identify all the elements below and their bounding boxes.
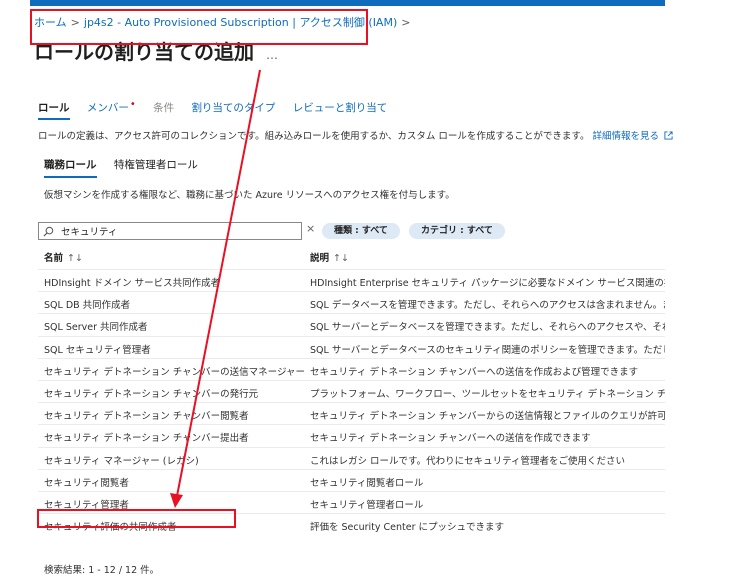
required-dot: • — [129, 99, 136, 110]
table-row[interactable]: セキュリティ デトネーション チャンバーの発行元 プラットフォーム、ワークフロー、… — [38, 379, 665, 402]
role-name: セキュリティ閲覧者 — [44, 477, 129, 489]
role-name: セキュリティ デトネーション チャンバーの発行元 — [44, 388, 259, 400]
role-name: セキュリティ マネージャー (レガシ) — [44, 455, 199, 467]
role-category-description: 仮想マシンを作成する権限など、職務に基づいた Azure リソースへのアクセス権… — [44, 190, 455, 201]
table-row[interactable]: セキュリティ管理者 セキュリティ管理者ロール — [38, 490, 665, 513]
column-header-description[interactable]: 説明 ↑↓ — [310, 250, 349, 264]
breadcrumb-separator: > — [70, 16, 80, 29]
role-description-cell: これはレガシ ロールです。代わりにセキュリティ管理者をご使用ください — [310, 455, 626, 467]
table-row[interactable]: HDInsight ドメイン サービス共同作成者 HDInsight Enterp… — [38, 269, 665, 291]
tab-conditions[interactable]: 条件 — [153, 100, 174, 115]
table-row[interactable]: セキュリティ マネージャー (レガシ) これはレガシ ロールです。代わりにセキュリ… — [38, 446, 665, 469]
role-description-cell: 評価を Security Center にプッシュできます — [310, 522, 505, 534]
learn-more-link[interactable]: 詳細情報を見る — [593, 131, 674, 142]
role-description-text: ロールの定義は、アクセス許可のコレクションです。組み込みロールを使用するか、カス… — [38, 131, 590, 142]
role-description-cell: SQL データベースを管理できます。ただし、それらへのアクセスは含まれません。ま… — [310, 300, 665, 312]
role-name: SQL セキュリティ管理者 — [44, 344, 151, 356]
tab-role[interactable]: ロール — [38, 100, 70, 120]
search-input-value: セキュリティ — [61, 227, 118, 238]
role-description-cell: セキュリティ閲覧者ロール — [310, 477, 424, 489]
breadcrumb-subscription-link[interactable]: jp4s2 - Auto Provisioned Subscription | … — [84, 16, 397, 29]
page-title: ロールの割り当ての追加 … — [34, 36, 278, 65]
role-name: セキュリティ デトネーション チャンバー閲覧者 — [44, 411, 249, 423]
tab-members[interactable]: メンバー• — [86, 99, 136, 115]
tab-assignment-type[interactable]: 割り当てのタイプ — [191, 100, 275, 115]
table-row[interactable]: セキュリティ評価の共同作成者 評価を Security Center にプッシュで… — [38, 513, 665, 535]
role-name: セキュリティ デトネーション チャンバーの送信マネージャー — [44, 366, 306, 378]
column-header-name[interactable]: 名前 ↑↓ — [44, 250, 83, 264]
role-name: HDInsight ドメイン サービス共同作成者 — [44, 278, 221, 289]
role-description-cell: SQL サーバーとデータベースを管理できます。ただし、それらへのアクセスや、それ… — [310, 322, 665, 334]
wizard-tabs: ロール メンバー• 条件 割り当てのタイプ レビューと割り当て — [38, 99, 401, 120]
table-row[interactable]: セキュリティ デトネーション チャンバー閲覧者 セキュリティ デトネーション チャ… — [38, 402, 665, 424]
tab-members-label: メンバー — [86, 102, 129, 114]
breadcrumb-separator: > — [401, 16, 411, 29]
sort-icon: ↑↓ — [333, 253, 349, 264]
tab-review-assign[interactable]: レビューと割り当て — [293, 100, 388, 115]
role-description-cell: SQL サーバーとデータベースのセキュリティ関連のポリシーを管理できます。ただし… — [310, 344, 665, 356]
table-row[interactable]: セキュリティ デトネーション チャンバーの送信マネージャー セキュリティ デトネー… — [38, 357, 665, 380]
column-header-description-label: 説明 — [310, 253, 330, 264]
sort-icon: ↑↓ — [67, 253, 83, 264]
table-row[interactable]: SQL DB 共同作成者 SQL データベースを管理できます。ただし、それらへのア… — [38, 291, 665, 313]
table-row[interactable]: セキュリティ デトネーション チャンバー提出者 セキュリティ デトネーション チャ… — [38, 424, 665, 446]
more-options-button[interactable]: … — [266, 48, 278, 62]
tab-job-function-roles[interactable]: 職務ロール — [44, 157, 97, 178]
role-description-cell: セキュリティ デトネーション チャンバーへの送信を作成および管理できます — [310, 366, 639, 378]
table-row[interactable]: SQL セキュリティ管理者 SQL サーバーとデータベースのセキュリティ関連のポリ… — [38, 335, 665, 358]
role-name: セキュリティ管理者 — [44, 499, 129, 511]
search-icon — [43, 226, 57, 237]
clear-search-button[interactable]: × — [306, 222, 315, 235]
search-input[interactable]: セキュリティ — [38, 222, 302, 240]
role-description-cell: プラットフォーム、ワークフロー、ツールセットをセキュリティ デトネーション チャ… — [310, 388, 665, 400]
role-description-cell: セキュリティ管理者ロール — [310, 499, 424, 511]
roles-table: HDInsight ドメイン サービス共同作成者 HDInsight Enterp… — [38, 269, 665, 535]
role-name: セキュリティ デトネーション チャンバー提出者 — [44, 433, 249, 445]
breadcrumb: ホーム > jp4s2 - Auto Provisioned Subscriptio… — [34, 14, 414, 30]
page-title-text: ロールの割り当ての追加 — [34, 40, 254, 64]
role-category-tabs: 職務ロール 特権管理者ロール — [44, 157, 212, 178]
breadcrumb-home-link[interactable]: ホーム — [34, 16, 67, 29]
table-row[interactable]: セキュリティ閲覧者 セキュリティ閲覧者ロール — [38, 468, 665, 491]
learn-more-label: 詳細情報を見る — [592, 131, 660, 142]
role-name: SQL DB 共同作成者 — [44, 300, 131, 312]
tab-privileged-admin-roles[interactable]: 特権管理者ロール — [114, 157, 198, 172]
role-description: ロールの定義は、アクセス許可のコレクションです。組み込みロールを使用するか、カス… — [38, 128, 673, 142]
role-name: セキュリティ評価の共同作成者 — [44, 522, 177, 534]
role-description-cell: セキュリティ デトネーション チャンバーへの送信を作成できます — [310, 433, 591, 445]
external-link-icon — [664, 131, 673, 140]
role-description-cell: HDInsight Enterprise セキュリティ パッケージに必要なドメイ… — [310, 278, 665, 289]
role-description-cell: セキュリティ デトネーション チャンバーからの送信情報とファイルのクエリが許可さ… — [310, 411, 665, 423]
category-filter-button[interactable]: カテゴリ : すべて — [409, 223, 505, 239]
role-name: SQL Server 共同作成者 — [44, 322, 148, 334]
table-row[interactable]: SQL Server 共同作成者 SQL サーバーとデータベースを管理できます。た… — [38, 313, 665, 335]
type-filter-button[interactable]: 種類 : すべて — [322, 223, 400, 239]
column-header-name-label: 名前 — [44, 253, 64, 264]
